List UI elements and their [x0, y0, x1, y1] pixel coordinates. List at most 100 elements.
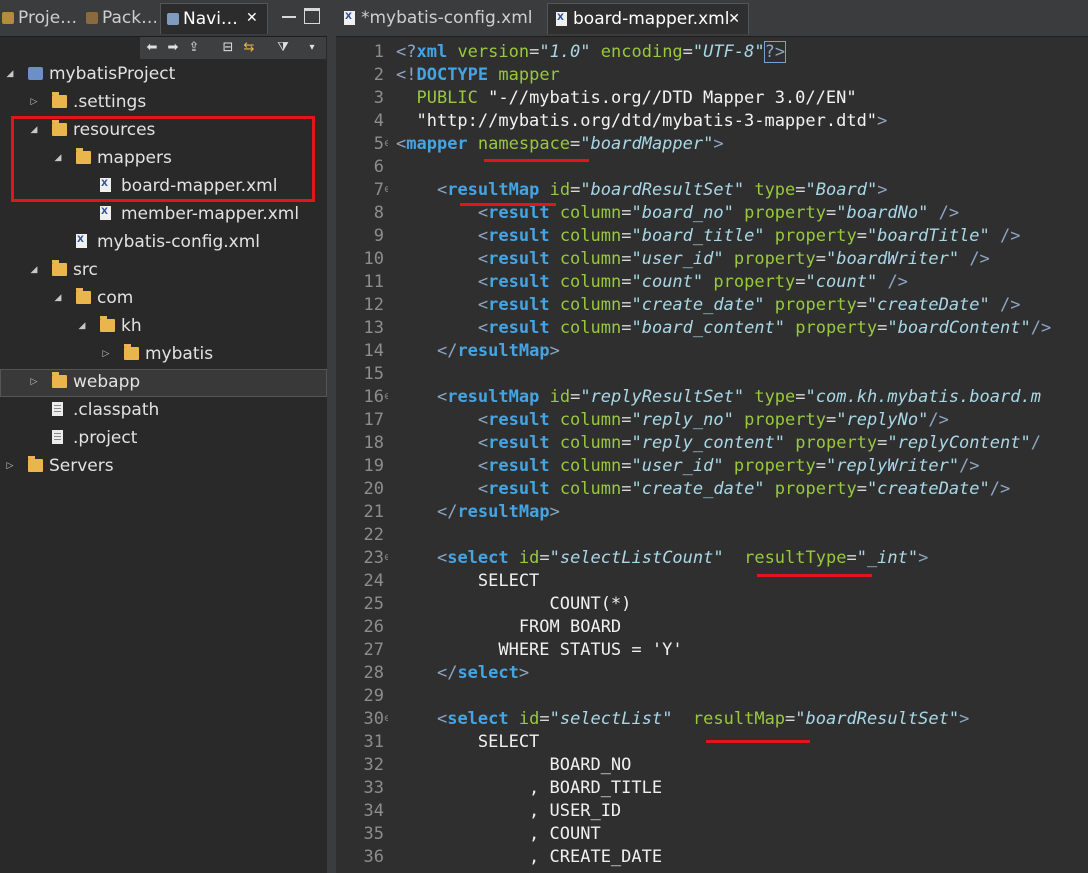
up-folder-icon[interactable]: ⇪	[186, 40, 202, 56]
code-token: >	[518, 663, 530, 683]
code-token: />	[1030, 318, 1052, 338]
tree-item[interactable]: board-mapper.xml	[0, 172, 325, 200]
code-token: result	[488, 295, 550, 315]
code-token: "create_date"	[631, 295, 765, 315]
tree-item[interactable]: ▷ .settings	[0, 88, 325, 116]
tab-mybatis-config[interactable]: *mybatis-config.xml	[336, 3, 541, 33]
tree-item[interactable]: ◢ src	[0, 256, 325, 284]
tab-project-explorer[interactable]: Proje…	[2, 3, 80, 33]
code-token: </	[436, 502, 458, 522]
code-line: <mapper namespace="boardMapper">	[396, 133, 724, 156]
code-token: <	[477, 456, 489, 476]
close-icon[interactable]: ✕	[728, 4, 740, 34]
code-token: <?	[396, 42, 417, 62]
code-token: id	[549, 387, 571, 407]
link-with-editor-icon[interactable]: ⇆	[241, 40, 257, 56]
code-token: >	[549, 341, 560, 361]
collapsed-arrow-icon[interactable]: ▷	[4, 452, 16, 480]
code-token: />	[969, 249, 990, 269]
code-token: property	[744, 410, 826, 430]
minimize-icon[interactable]	[282, 10, 296, 18]
code-token: "user_id"	[631, 456, 724, 476]
navigator-icon	[167, 13, 179, 25]
code-token: />	[959, 456, 980, 476]
code-token: "replyContent"	[887, 433, 1031, 453]
code-token: =	[785, 709, 796, 729]
line-number: 19	[363, 456, 384, 476]
filter-icon[interactable]: ⧩	[275, 40, 291, 56]
code-token: "board_no"	[631, 203, 734, 223]
line-number: 7	[373, 180, 384, 200]
tree-item[interactable]: ▷ webapp	[0, 368, 325, 396]
code-token: />	[1000, 226, 1021, 246]
code-token: column	[559, 456, 622, 476]
tree-item[interactable]: mybatis-config.xml	[0, 228, 325, 256]
forward-arrow-icon[interactable]: ➡	[165, 40, 181, 56]
expanded-arrow-icon[interactable]: ◢	[52, 284, 64, 312]
panel-divider[interactable]	[327, 0, 336, 873]
navigator-toolbar: ⬅ ➡ ⇪ ⊟ ⇆ ⧩ ▾	[140, 37, 326, 59]
tree-item[interactable]: .classpath	[0, 396, 325, 424]
code-token: "boardResultSet"	[580, 180, 745, 200]
code-text-area[interactable]: <?xml version="1.0" encoding="UTF-8"?> <!…	[388, 37, 1088, 873]
code-token: xml	[416, 42, 458, 62]
tree-item[interactable]: ◢ mappers	[0, 144, 325, 172]
code-token: type	[754, 387, 796, 407]
tree-item[interactable]: .project	[0, 424, 325, 452]
expanded-arrow-icon[interactable]: ◢	[28, 116, 40, 144]
expanded-arrow-icon[interactable]: ◢	[4, 60, 16, 88]
code-token: column	[559, 318, 622, 338]
code-token: =	[877, 318, 888, 338]
expanded-arrow-icon[interactable]: ◢	[76, 312, 88, 340]
line-number: 10	[363, 249, 384, 269]
tree-item[interactable]: ◢ kh	[0, 312, 325, 340]
code-token: , COUNT	[396, 824, 601, 844]
code-token: <	[436, 387, 448, 407]
tree-item[interactable]: ◢ mybatisProject	[0, 60, 325, 88]
tree-item-label: mybatis	[145, 344, 214, 364]
tree-item-label: mybatisProject	[49, 64, 176, 84]
tree-item[interactable]: ▷ Servers	[0, 452, 325, 480]
folder-icon	[124, 344, 139, 360]
back-arrow-icon[interactable]: ⬅	[144, 40, 160, 56]
collapse-all-icon[interactable]: ⊟	[220, 40, 236, 56]
code-token: =	[825, 410, 837, 430]
expanded-arrow-icon[interactable]: ◢	[28, 256, 40, 284]
code-token: "replyNo"	[836, 410, 929, 430]
left-tab-bar: Proje… Pack… Navi… ✕	[0, 0, 327, 37]
tree-item[interactable]: member-mapper.xml	[0, 200, 325, 228]
code-token: <	[477, 410, 489, 430]
code-token: column	[559, 410, 622, 430]
close-icon[interactable]: ✕	[246, 3, 258, 33]
view-menu-icon[interactable]: ▾	[304, 40, 320, 56]
tree-item[interactable]: ▷ mybatis	[0, 340, 325, 368]
tree-item-label: resources	[73, 120, 156, 140]
tree-item[interactable]: ◢ com	[0, 284, 325, 312]
code-token: "boardMapper"	[580, 134, 714, 154]
code-token: column	[559, 226, 622, 246]
folder-icon	[52, 120, 67, 136]
tab-package-explorer[interactable]: Pack…	[86, 3, 156, 33]
expanded-arrow-icon[interactable]: ◢	[52, 144, 64, 172]
code-line: WHERE STATUS = 'Y'	[396, 639, 682, 662]
code-token: =	[825, 203, 837, 223]
code-token: "_int"	[856, 548, 919, 568]
collapsed-arrow-icon[interactable]: ▷	[100, 340, 112, 368]
code-token: property	[744, 203, 826, 223]
code-token: =	[621, 203, 632, 223]
line-number: 28	[363, 663, 384, 683]
tree-item[interactable]: ◢ resources	[0, 116, 325, 144]
tab-board-mapper[interactable]: board-mapper.xml ✕	[547, 3, 749, 34]
collapsed-arrow-icon[interactable]: ▷	[28, 368, 40, 396]
folder-icon	[52, 92, 67, 108]
collapsed-arrow-icon[interactable]: ▷	[28, 88, 40, 116]
maximize-icon[interactable]	[304, 8, 320, 24]
